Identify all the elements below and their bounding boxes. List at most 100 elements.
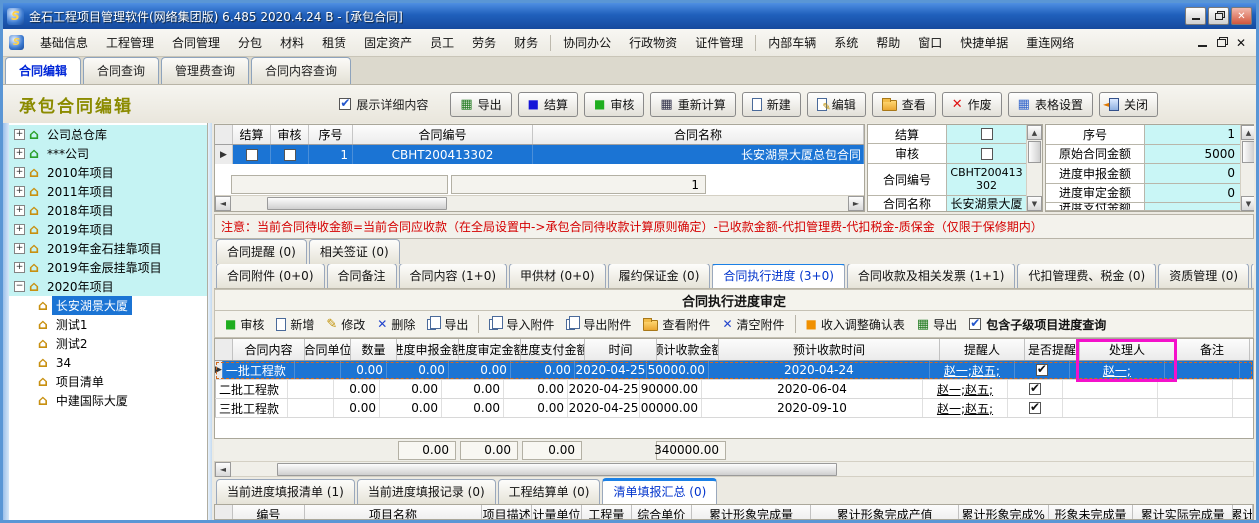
menu-item[interactable]: 劳务	[463, 31, 505, 54]
查看-button[interactable]: 查看	[872, 92, 936, 117]
prop-value[interactable]	[947, 144, 1026, 162]
header-cell[interactable]: 累计形象完成产值	[811, 505, 959, 520]
menu-item[interactable]: 分包	[229, 31, 271, 54]
新增-button[interactable]: 新增	[272, 314, 318, 335]
header-cell[interactable]: 合同编号	[353, 125, 533, 144]
prop-value[interactable]: 5000	[1145, 145, 1240, 164]
menu-item[interactable]: 基础信息	[31, 31, 97, 54]
header-cell[interactable]: 累计形象完成量	[692, 505, 812, 520]
menu-item[interactable]: 窗口	[909, 31, 951, 54]
contract-grid-hscrollbar[interactable]: ◄ ►	[215, 195, 864, 211]
prop-value[interactable]: 0	[1145, 184, 1240, 203]
bottom-tab[interactable]: 当前进度填报清单 (1)	[216, 479, 355, 504]
menu-item[interactable]: 固定资产	[355, 31, 421, 54]
menu-item[interactable]: 快捷单据	[951, 31, 1017, 54]
remind-checkbox-cell[interactable]	[1008, 399, 1063, 417]
mdi-minimize-button[interactable]	[1198, 39, 1207, 47]
menu-item[interactable]: 材料	[271, 31, 313, 54]
show-detail-checkbox[interactable]: 展示详细内容	[339, 96, 428, 113]
contract-row[interactable]: ▶ 1 CBHT200413302 长安湖景大厦总包合同	[215, 145, 864, 164]
导入附件-button[interactable]: 导入附件	[485, 314, 558, 335]
menu-item[interactable]: 重连网络	[1017, 31, 1083, 54]
mdi-restore-button[interactable]	[1217, 39, 1226, 47]
header-cell[interactable]: 审核	[271, 125, 309, 144]
header-cell[interactable]: 合同名称	[533, 125, 864, 144]
menu-item[interactable]: 证件管理	[686, 31, 752, 54]
expand-icon[interactable]: +	[14, 224, 25, 235]
结算-button[interactable]: ■结算	[518, 92, 578, 117]
bottom-tab[interactable]: 清单填报汇总 (0)	[602, 478, 717, 504]
sub-tab[interactable]: 资质管理 (0)	[1158, 264, 1249, 288]
header-cell[interactable]: 时间	[585, 339, 657, 360]
expand-icon[interactable]: +	[14, 243, 25, 254]
main-tab[interactable]: 合同编辑	[5, 57, 81, 84]
清空附件-button[interactable]: ✕清空附件	[718, 314, 788, 335]
header-cell[interactable]: 预计收款金额	[657, 339, 719, 360]
tree-item[interactable]: +⌂2010年项目	[9, 163, 207, 182]
remind-checkbox-cell[interactable]	[1015, 361, 1070, 379]
header-cell[interactable]: 进度支付金额	[521, 339, 585, 360]
scroll-down-icon[interactable]: ▼	[1027, 196, 1042, 211]
menu-item[interactable]: 合同管理	[163, 31, 229, 54]
menu-item[interactable]: 系统	[825, 31, 867, 54]
expand-icon[interactable]: +	[14, 129, 25, 140]
审核-button[interactable]: ■审核	[584, 92, 644, 117]
表格设置-button[interactable]: ▦表格设置	[1008, 92, 1093, 117]
minimize-button[interactable]	[1185, 7, 1206, 25]
header-cell[interactable]: 计量单位	[532, 505, 582, 520]
tree-item[interactable]: +⌂2019年金石挂靠项目	[9, 239, 207, 258]
header-cell[interactable]: 处理人	[1080, 339, 1175, 360]
header-cell[interactable]: 进度申报金额	[397, 339, 459, 360]
tree-item[interactable]: ⌂34	[9, 353, 207, 372]
bottom-tab[interactable]: 工程结算单 (0)	[498, 479, 601, 504]
header-cell[interactable]: 进度审定金额	[459, 339, 521, 360]
tree-item[interactable]: −⌂2020年项目	[9, 277, 207, 296]
tree-item[interactable]: ⌂项目清单	[9, 372, 207, 391]
header-cell[interactable]: 累计	[1233, 505, 1253, 520]
审核-button[interactable]: ■审核	[221, 314, 268, 335]
scroll-up-icon[interactable]: ▲	[1027, 125, 1042, 140]
tree-item[interactable]: +⌂2011年项目	[9, 182, 207, 201]
include-children-checkbox[interactable]: 包含子级项目进度查询	[965, 314, 1110, 335]
header-cell[interactable]: 合同单位	[305, 339, 351, 360]
bottom-tab[interactable]: 当前进度填报记录 (0)	[357, 479, 496, 504]
prop-value[interactable]: 1	[1145, 125, 1240, 144]
prop-value[interactable]: CBHT200413302	[947, 164, 1026, 195]
sub-tab[interactable]: 合同借阅 (0)	[1251, 264, 1254, 288]
header-cell[interactable]: 是否提醒	[1025, 339, 1080, 360]
scroll-thumb[interactable]	[267, 197, 447, 210]
header-cell[interactable]: 项目描述	[482, 505, 532, 520]
修改-button[interactable]: ✎修改	[322, 314, 369, 335]
scroll-thumb[interactable]	[277, 463, 837, 476]
header-cell[interactable]: 累计形象完成%	[959, 505, 1049, 520]
menu-item[interactable]: 工程管理	[97, 31, 163, 54]
删除-button[interactable]: ✕删除	[373, 314, 419, 335]
header-cell[interactable]: 项目名称	[305, 505, 482, 520]
header-cell[interactable]: 备注	[1175, 339, 1250, 360]
props-vscrollbar[interactable]: ▲ ▼	[1240, 125, 1254, 211]
导出附件-button[interactable]: 导出附件	[562, 314, 635, 335]
header-cell[interactable]: 结算	[233, 125, 271, 144]
expand-icon[interactable]: +	[14, 167, 25, 178]
props-vscrollbar[interactable]: ▲ ▼	[1026, 125, 1042, 211]
sub-tab[interactable]: 合同内容 (1+0)	[399, 264, 508, 288]
remind-checkbox-cell[interactable]	[1008, 380, 1063, 398]
menu-item[interactable]: 财务	[505, 31, 547, 54]
header-cell[interactable]: 合同内容	[233, 339, 305, 360]
scroll-right-icon[interactable]: ►	[848, 196, 864, 211]
expand-icon[interactable]: +	[14, 186, 25, 197]
导出-button[interactable]: ▦导出	[450, 92, 511, 117]
收入调整确认表-button[interactable]: ■收入调整确认表	[802, 314, 909, 335]
重新计算-button[interactable]: ▦重新计算	[650, 92, 735, 117]
collapse-icon[interactable]: −	[14, 281, 25, 292]
menu-item[interactable]: 员工	[421, 31, 463, 54]
settle-cell[interactable]	[233, 145, 271, 164]
sub-tab[interactable]: 合同附件 (0+0)	[216, 264, 325, 288]
expand-icon[interactable]: +	[14, 148, 25, 159]
menu-item[interactable]: 帮助	[867, 31, 909, 54]
tree-item[interactable]: +⌂2019年金辰挂靠项目	[9, 258, 207, 277]
sub-tab[interactable]: 履约保证金 (0)	[608, 264, 711, 288]
header-cell[interactable]: 工程量	[582, 505, 632, 520]
导出-button[interactable]: 导出	[423, 314, 472, 335]
header-cell[interactable]: 提醒人	[940, 339, 1025, 360]
